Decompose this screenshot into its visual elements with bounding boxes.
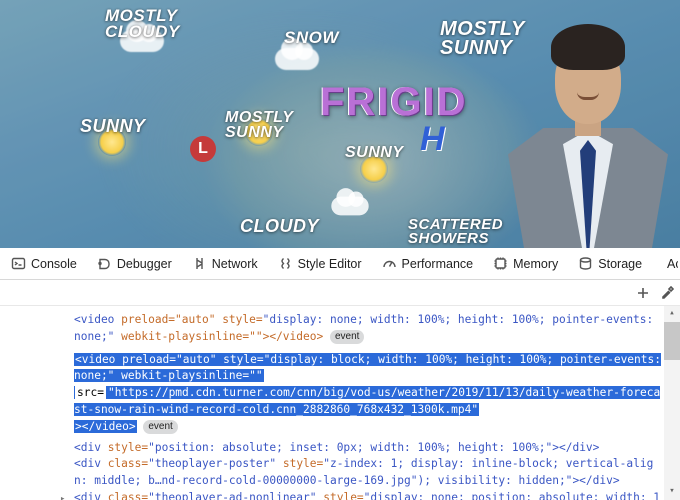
- tab-memory[interactable]: Memory: [484, 248, 567, 279]
- tab-label: Performance: [402, 257, 474, 271]
- label-sunny-west: SUNNY: [80, 118, 146, 135]
- label-mostly-sunny-center: MOSTLY SUNNY: [225, 110, 293, 140]
- expand-icon[interactable]: ▸: [60, 493, 65, 500]
- eyedropper-icon[interactable]: [660, 286, 674, 300]
- cloud-icon: [331, 197, 368, 216]
- event-badge[interactable]: event: [143, 420, 177, 434]
- scroll-down-icon[interactable]: ▾: [664, 484, 680, 500]
- inspector-toolbar: [0, 280, 680, 306]
- tab-storage[interactable]: Storage: [569, 248, 651, 279]
- devtools-tabbar: Console Debugger Network Style Editor Pe…: [0, 248, 680, 280]
- tab-network[interactable]: Network: [183, 248, 267, 279]
- tab-label: Memory: [513, 257, 558, 271]
- tab-performance[interactable]: Performance: [373, 248, 483, 279]
- debugger-icon: [97, 256, 112, 271]
- scrollbar-thumb[interactable]: [664, 322, 680, 360]
- event-badge[interactable]: event: [330, 330, 364, 344]
- tab-label: Network: [212, 257, 258, 271]
- tab-label: Style Editor: [298, 257, 362, 271]
- scroll-up-icon[interactable]: ▴: [664, 306, 680, 322]
- tab-console[interactable]: Console: [2, 248, 86, 279]
- source-line[interactable]: <div style="position: absolute; inset: 0…: [74, 440, 662, 457]
- tab-accessibility[interactable]: Access: [653, 248, 678, 279]
- source-line[interactable]: <video preload="auto" style="display: no…: [74, 312, 662, 346]
- label-scattered-showers: SCATTERED SHOWERS: [408, 218, 503, 247]
- source-line[interactable]: <div class="theoplayer-poster" style="z-…: [74, 456, 662, 490]
- source-line[interactable]: ▸ <div class="theoplayer-ad-nonlinear" s…: [74, 490, 662, 500]
- tab-style-editor[interactable]: Style Editor: [269, 248, 371, 279]
- tab-debugger[interactable]: Debugger: [88, 248, 181, 279]
- label-frigid: FRIGID: [320, 80, 468, 125]
- storage-icon: [578, 256, 593, 271]
- label-sunny-se: SUNNY: [345, 145, 404, 160]
- tab-label: Storage: [598, 257, 642, 271]
- html-source-panel[interactable]: ▴ ▾ <video preload="auto" style="display…: [0, 306, 680, 500]
- label-cloudy-south: CLOUDY: [240, 218, 319, 235]
- source-line-selected[interactable]: <video preload="auto" style="display: bl…: [74, 352, 662, 436]
- cloud-icon: [275, 48, 319, 70]
- style-editor-icon: [278, 256, 293, 271]
- network-icon: [192, 256, 207, 271]
- weather-presenter: [508, 28, 668, 248]
- high-pressure-icon: H: [420, 120, 445, 159]
- low-pressure-icon: L: [190, 136, 216, 162]
- tab-label: Access: [667, 257, 678, 271]
- console-icon: [11, 256, 26, 271]
- tab-label: Console: [31, 257, 77, 271]
- memory-icon: [493, 256, 508, 271]
- label-mostly-cloudy: MOSTLY CLOUDY: [105, 8, 180, 40]
- scrollbar-track[interactable]: ▴ ▾: [664, 306, 680, 500]
- tab-label: Debugger: [117, 257, 172, 271]
- performance-icon: [382, 256, 397, 271]
- add-icon[interactable]: [636, 286, 650, 300]
- label-snow: SNOW: [284, 30, 339, 46]
- weather-video-frame: L H MOSTLY CLOUDY SNOW MOSTLY SUNNY FRIG…: [0, 0, 680, 248]
